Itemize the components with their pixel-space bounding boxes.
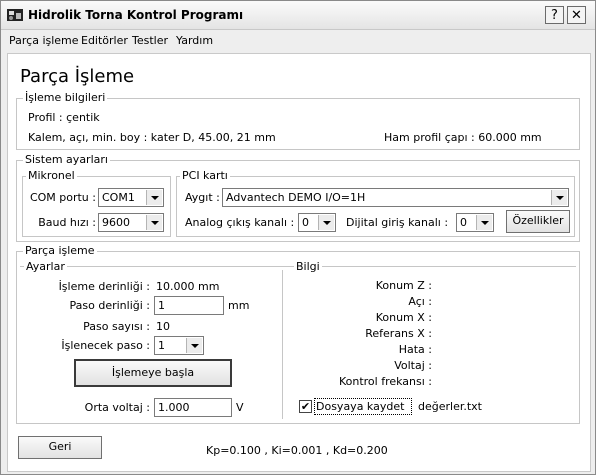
content-panel: Parça İşleme İşleme bilgileri Profil : ç… [7, 53, 591, 472]
menu-bar: Parça işleme Editörler Testler Yardım [1, 30, 595, 50]
hata-label: Hata : [398, 343, 432, 356]
paso-sayisi-label: Paso sayısı : [83, 320, 150, 333]
ham-profil-text: Ham profil çapı : 60.000 mm [384, 131, 542, 144]
ayarlar-legend: Ayarlar [24, 260, 67, 273]
chevron-down-icon[interactable] [476, 215, 492, 230]
profil-text: Profil : çentik [28, 111, 100, 124]
dijital-label: Dijital giriş kanalı : [346, 216, 449, 229]
orta-voltaj-unit: V [236, 401, 244, 414]
isleme-bilgileri-legend: İşleme bilgileri [23, 91, 108, 104]
ozellikler-label: Özellikler [512, 214, 564, 227]
baud-label: Baud hızı : [38, 216, 96, 229]
dijital-channel-value: 0 [460, 216, 467, 229]
parca-isleme-legend: Parça işleme [23, 244, 97, 257]
geri-label: Geri [48, 440, 72, 453]
isleme-basla-button[interactable]: İşlemeye başla [74, 359, 232, 387]
aci-label: Açı : [408, 295, 432, 308]
analog-channel-combo[interactable]: 0 [298, 213, 336, 232]
chevron-down-icon[interactable] [318, 215, 334, 230]
geri-button[interactable]: Geri [18, 436, 102, 459]
checkmark-icon: ✔ [300, 400, 311, 413]
bilgi-legend: Bilgi [294, 260, 322, 273]
title-bar: Hidrolik Torna Kontrol Programı ? ✕ [1, 1, 595, 30]
dosyaya-kaydet-checkbox[interactable]: ✔ [299, 400, 312, 413]
aygit-label: Aygıt : [185, 191, 220, 204]
aygit-value: Advantech DEMO I/O=1H [226, 191, 366, 204]
orta-voltaj-input[interactable] [154, 398, 232, 417]
file-name-text: değerler.txt [418, 400, 482, 413]
help-icon: ? [551, 8, 558, 23]
analog-channel-value: 0 [302, 216, 309, 229]
menu-testler[interactable]: Testler [132, 34, 168, 47]
menu-parca-isleme[interactable]: Parça işleme [9, 34, 79, 47]
chevron-down-icon[interactable] [186, 338, 202, 353]
baud-rate-value: 9600 [102, 216, 130, 229]
paso-derinligi-unit: mm [228, 299, 250, 312]
analog-label: Analog çıkış kanalı : [185, 216, 295, 229]
referans-x-label: Referans X : [365, 327, 432, 340]
chevron-down-icon[interactable] [146, 215, 162, 230]
com-port-value: COM1 [102, 191, 135, 204]
com-label: COM portu : [29, 191, 96, 204]
dijital-channel-combo[interactable]: 0 [456, 213, 494, 232]
paso-derinligi-input[interactable] [154, 296, 224, 315]
ozellikler-button[interactable]: Özellikler [506, 210, 570, 233]
isleme-basla-label: İşlemeye başla [111, 366, 195, 379]
page-title: Parça İşleme [20, 66, 135, 87]
islenecek-label: İşlenecek paso : [61, 339, 150, 352]
dosyaya-kaydet-label[interactable]: Dosyaya kaydet [316, 400, 404, 413]
close-button[interactable]: ✕ [567, 6, 586, 24]
derinlik-label: İşleme derinliği : [58, 280, 150, 293]
kontrol-frekansi-label: Kontrol frekansı : [338, 375, 432, 388]
paso-sayisi-value: 10 [156, 320, 170, 333]
baud-rate-combo[interactable]: 9600 [98, 213, 164, 232]
islenecek-paso-value: 1 [158, 339, 165, 352]
mikronel-legend: Mikronel [26, 169, 77, 182]
konum-z-label: Konum Z : [375, 279, 432, 292]
orta-voltaj-label: Orta voltaj : [84, 401, 150, 414]
pid-parameters-text: Kp=0.100 , Ki=0.001 , Kd=0.200 [206, 444, 388, 457]
paso-derinligi-field[interactable] [155, 297, 223, 314]
menu-yardim[interactable]: Yardım [176, 34, 213, 47]
main-window: Hidrolik Torna Kontrol Programı ? ✕ Parç… [0, 0, 596, 475]
section-divider [282, 270, 283, 419]
menu-editorler[interactable]: Editörler [81, 34, 128, 47]
help-button[interactable]: ? [545, 6, 564, 24]
chevron-down-icon[interactable] [146, 190, 162, 205]
lathe-app-icon [7, 9, 23, 21]
orta-voltaj-field[interactable] [155, 399, 231, 416]
derinlik-value: 10.000 mm [156, 280, 220, 293]
window-title: Hidrolik Torna Kontrol Programı [28, 8, 244, 22]
voltaj-label: Voltaj : [394, 359, 432, 372]
paso-derinligi-label: Paso derinliği : [69, 299, 151, 312]
sistem-ayarlari-legend: Sistem ayarları [23, 153, 110, 166]
kalem-text: Kalem, açı, min. boy : kater D, 45.00, 2… [28, 131, 276, 144]
konum-x-label: Konum X : [375, 311, 432, 324]
pci-karti-legend: PCI kartı [180, 169, 230, 182]
islenecek-paso-combo[interactable]: 1 [154, 336, 204, 355]
aygit-combo[interactable]: Advantech DEMO I/O=1H [222, 188, 569, 207]
chevron-down-icon[interactable] [551, 190, 567, 205]
close-icon: ✕ [571, 8, 582, 23]
com-port-combo[interactable]: COM1 [98, 188, 164, 207]
